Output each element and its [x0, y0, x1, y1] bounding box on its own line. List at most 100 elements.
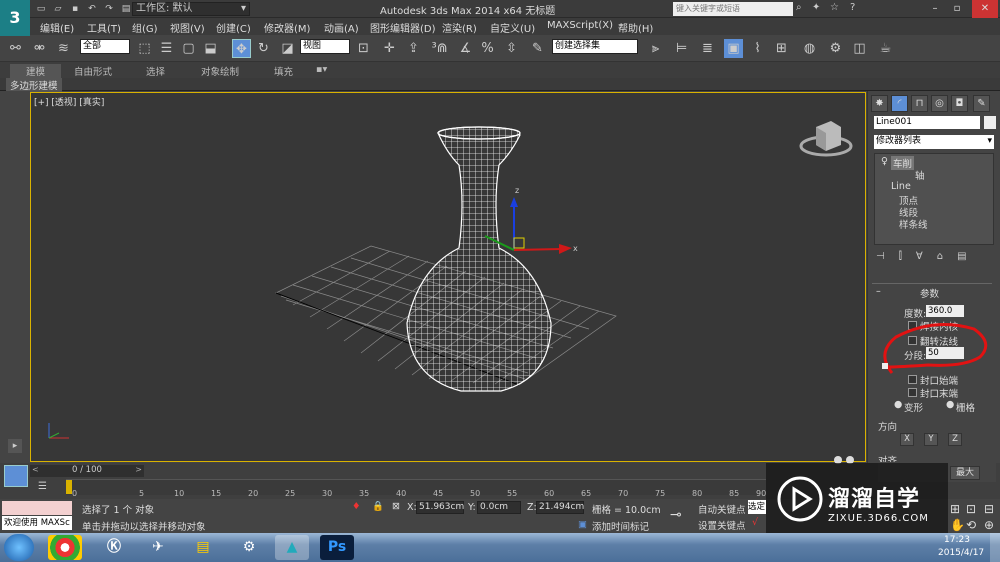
menu-modifiers[interactable]: 修改器(M): [264, 20, 310, 35]
keyboard-shortcut-icon[interactable]: ⇪: [404, 39, 423, 58]
perspective-viewport[interactable]: [+] [透视] [真实] z x: [30, 92, 866, 462]
menu-animation[interactable]: 动画(A): [324, 20, 359, 35]
grid-radio[interactable]: ●: [946, 399, 954, 410]
ribbon-options-icon[interactable]: ▪▾: [316, 64, 327, 75]
set-key-icon[interactable]: ⊸: [670, 507, 682, 523]
x-coord-field[interactable]: 51.963cm: [416, 501, 464, 514]
edit-named-selection-icon[interactable]: ✎: [528, 39, 547, 58]
tab-object-paint[interactable]: 对象绘制: [201, 64, 239, 78]
named-selection-dropdown[interactable]: 创建选择集: [552, 39, 638, 54]
menu-graph-editors[interactable]: 图形编辑器(D): [370, 20, 436, 35]
tab-freeform[interactable]: 自由形式: [74, 64, 112, 78]
pivot-center-icon[interactable]: ⊡: [354, 39, 373, 58]
track-bar-toggle-icon[interactable]: ☰: [38, 481, 47, 492]
orbit-icon[interactable]: ⟲: [966, 518, 976, 532]
menu-tools[interactable]: 工具(T): [87, 20, 121, 35]
key-filters-icon[interactable]: √: [752, 517, 758, 528]
media-icon[interactable]: ⚙: [232, 535, 266, 560]
select-rotate-icon[interactable]: ↻: [254, 39, 273, 58]
rectangular-selection-icon[interactable]: ▢: [179, 39, 198, 58]
select-by-name-icon[interactable]: ☰: [157, 39, 176, 58]
maximize-viewport-icon[interactable]: ⊕: [984, 518, 994, 532]
set-key-button[interactable]: 设置关键点: [698, 518, 746, 532]
bird-app-icon[interactable]: ✈: [141, 535, 175, 560]
mini-curve-editor-icon[interactable]: [4, 465, 28, 487]
render-setup-icon[interactable]: ⚙: [826, 39, 845, 58]
time-slider[interactable]: < 0 / 100 >: [30, 465, 144, 477]
render-production-icon[interactable]: ☕: [876, 39, 895, 58]
close-button[interactable]: ✕: [972, 0, 998, 18]
selection-filter-dropdown[interactable]: 全部: [80, 39, 130, 54]
search-input[interactable]: 键入关键字或短语: [673, 2, 793, 16]
absolute-mode-icon[interactable]: ⊠: [392, 501, 400, 512]
percent-snap-icon[interactable]: %: [478, 39, 497, 58]
show-desktop-button[interactable]: [990, 533, 1000, 562]
auto-key-button[interactable]: 自动关键点: [698, 502, 746, 516]
undo-icon[interactable]: ↶: [85, 3, 99, 15]
rendered-frame-icon[interactable]: ◫: [850, 39, 869, 58]
pan-icon[interactable]: ✋: [950, 518, 965, 532]
selected-set-dropdown[interactable]: 选定: [748, 500, 766, 514]
menu-help[interactable]: 帮助(H): [618, 20, 653, 35]
link-icon[interactable]: ⚯: [6, 39, 25, 58]
y-coord-field[interactable]: 0.0cm: [477, 501, 521, 514]
project-folder-icon[interactable]: ▤: [119, 3, 133, 15]
snaps-toggle-icon[interactable]: ³⋒: [430, 39, 449, 58]
material-editor-icon[interactable]: ◍: [800, 39, 819, 58]
angle-snap-icon[interactable]: ∡: [456, 39, 475, 58]
direction-z-button[interactable]: Z: [948, 433, 962, 446]
help-icon[interactable]: ?: [850, 2, 855, 13]
communication-icon[interactable]: ☆: [830, 2, 839, 13]
select-manipulate-icon[interactable]: ✛: [380, 39, 399, 58]
tab-selection[interactable]: 选择: [146, 64, 165, 78]
selection-lock-icon[interactable]: 🔒: [372, 501, 384, 512]
layer-manager-icon[interactable]: ≣: [698, 39, 717, 58]
clock-date[interactable]: 2015/4/17: [938, 548, 984, 558]
maxscript-welcome-text[interactable]: 欢迎使用 MAXSc: [2, 516, 72, 530]
z-coord-field[interactable]: 21.494cm: [536, 501, 584, 514]
expand-arrow-icon[interactable]: ▸: [8, 439, 22, 453]
bind-spacewarp-icon[interactable]: ≋: [54, 39, 73, 58]
menu-views[interactable]: 视图(V): [170, 20, 205, 35]
zoom-extents-icon[interactable]: ⊞: [950, 502, 960, 516]
menu-rendering[interactable]: 渲染(R): [442, 20, 477, 35]
save-icon[interactable]: ▪: [68, 3, 82, 15]
search-icon[interactable]: ⌕: [796, 2, 810, 16]
photoshop-icon[interactable]: Ps: [320, 535, 354, 560]
track-bar[interactable]: 0 5 10 15 20 25 30 35 40 45 50 55 60 65 …: [66, 479, 766, 498]
window-crossing-icon[interactable]: ⬓: [201, 39, 220, 58]
minimize-button[interactable]: –: [926, 0, 944, 18]
menu-edit[interactable]: 编辑(E): [40, 20, 74, 35]
select-move-icon[interactable]: ✥: [232, 39, 251, 58]
add-time-tag-button[interactable]: 添加时间标记: [592, 519, 649, 533]
clock-time[interactable]: 17:23: [944, 535, 970, 545]
isolate-selection-icon[interactable]: ♦: [352, 501, 361, 512]
redo-icon[interactable]: ↷: [102, 3, 116, 15]
subscription-icon[interactable]: ✦: [812, 2, 820, 13]
reference-coordinate-dropdown[interactable]: 视图: [300, 39, 350, 54]
morph-radio[interactable]: ●: [894, 399, 902, 410]
zoom-all-icon[interactable]: ⊟: [984, 502, 994, 516]
field-of-view-icon[interactable]: ⊡: [966, 502, 976, 516]
direction-x-button[interactable]: X: [900, 433, 914, 446]
start-button[interactable]: [4, 534, 34, 561]
graphite-tools-icon[interactable]: ▣: [724, 39, 743, 58]
tab-populate[interactable]: 填充: [274, 64, 293, 78]
k-app-icon[interactable]: Ⓚ: [97, 535, 131, 560]
select-scale-icon[interactable]: ◪: [278, 39, 297, 58]
maxscript-listener-mini[interactable]: [2, 501, 72, 515]
explorer-icon[interactable]: ▤: [186, 535, 220, 560]
new-file-icon[interactable]: ▭: [34, 3, 48, 15]
menu-customize[interactable]: 自定义(U): [490, 20, 535, 35]
maximize-button[interactable]: ▫: [948, 0, 966, 18]
menu-maxscript[interactable]: MAXScript(X): [547, 20, 613, 31]
select-object-icon[interactable]: ⬚: [135, 39, 154, 58]
tab-modeling[interactable]: 建模: [10, 64, 62, 78]
menu-create[interactable]: 创建(C): [216, 20, 251, 35]
curve-editor-icon[interactable]: ⌇: [748, 39, 767, 58]
unlink-icon[interactable]: ⚮: [30, 39, 49, 58]
mirror-icon[interactable]: ⫸: [646, 39, 665, 58]
subtab-polygon-modeling[interactable]: 多边形建模: [6, 78, 62, 92]
3dsmax-taskbar-icon[interactable]: ▲: [275, 535, 309, 560]
direction-y-button[interactable]: Y: [924, 433, 938, 446]
